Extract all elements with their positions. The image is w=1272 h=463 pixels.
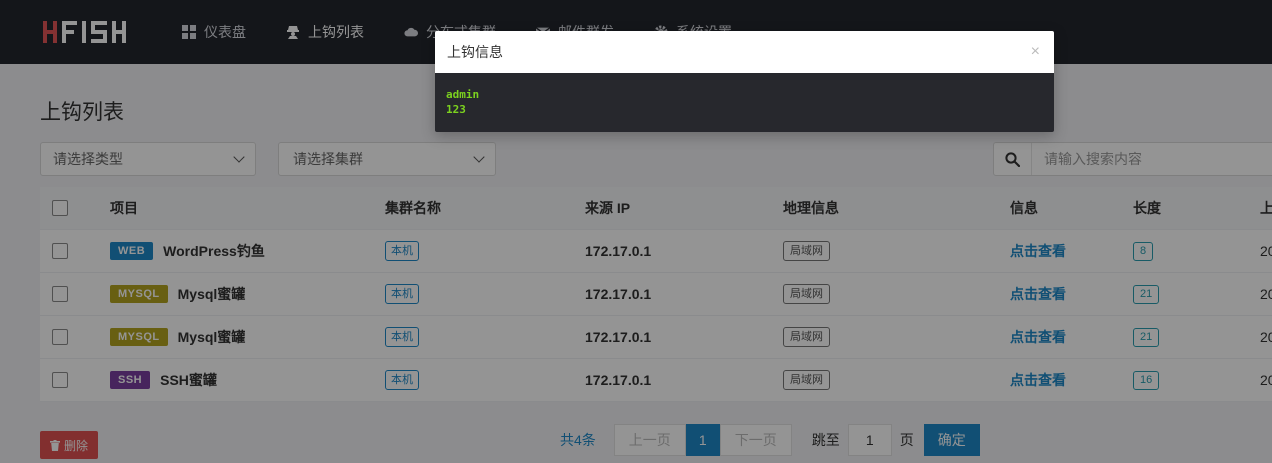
modal-title: 上钩信息 [447,44,503,60]
modal-line-username: admin [446,88,480,101]
modal-body: admin 123 [435,73,1054,132]
modal-line-password: 123 [446,103,466,116]
close-icon[interactable]: × [1031,44,1040,60]
hook-info-modal: 上钩信息 × admin 123 [435,31,1054,132]
modal-header: 上钩信息 × [435,31,1054,73]
